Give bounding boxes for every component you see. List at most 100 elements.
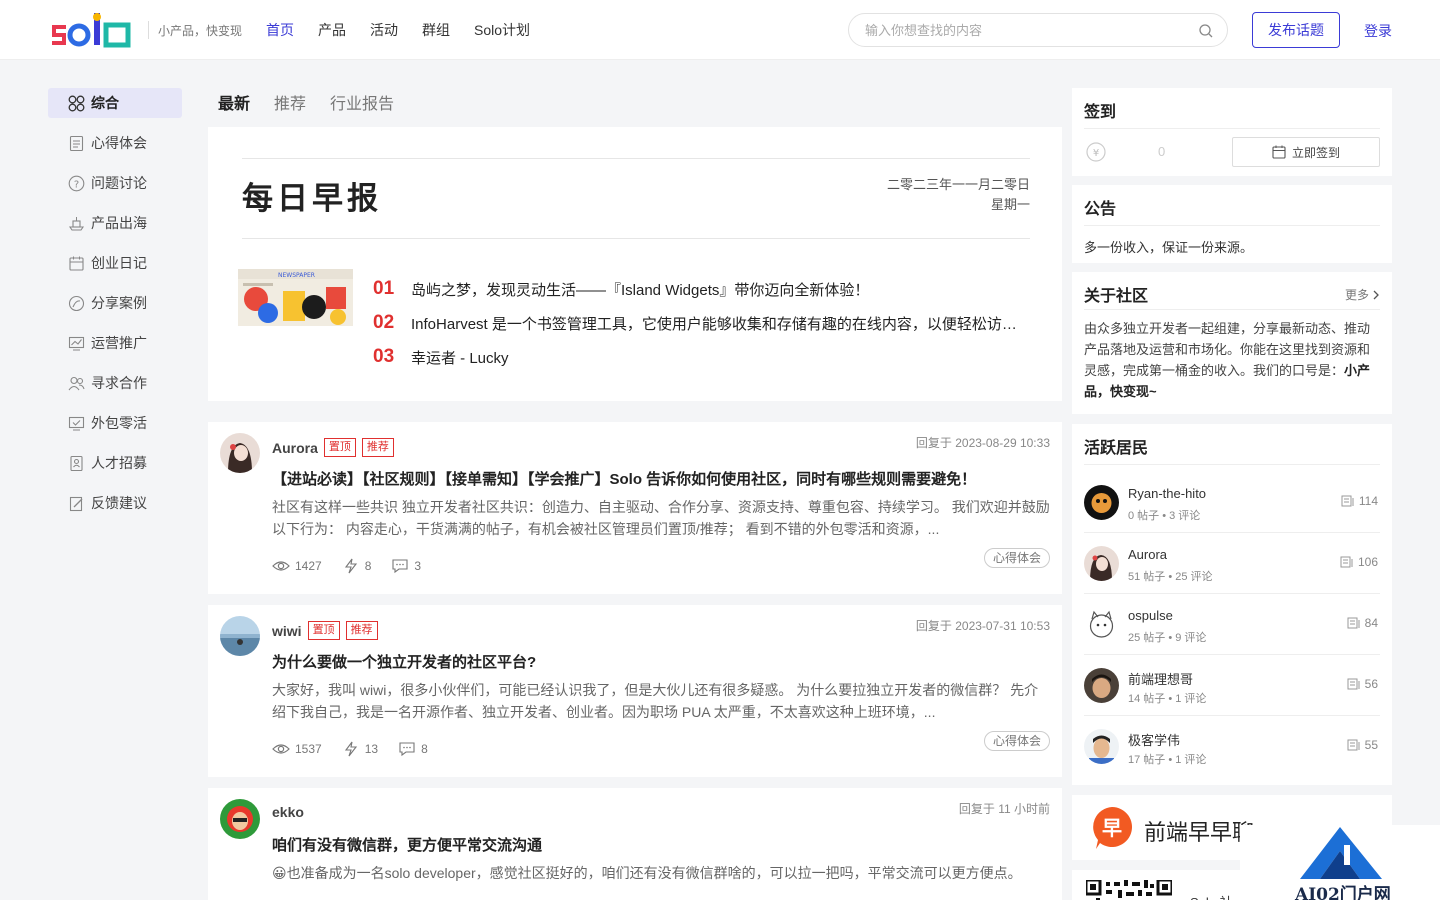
active-members-title: 活跃居民 <box>1084 440 1149 457</box>
member-item[interactable]: Aurora 51 帖子 • 25 评论 106 <box>1084 533 1380 594</box>
view-count-value: 1537 <box>295 742 322 756</box>
daily-news-card: 每日早报 二零二三年一一月二零日 星期一 NEWSPAPER 01 岛屿之梦，发… <box>208 127 1062 401</box>
nav-products[interactable]: 产品 <box>318 20 346 40</box>
daily-news-item[interactable]: 01 岛屿之梦，发现灵动生活——『Island Widgets』带你迈向全新体验… <box>373 272 1031 306</box>
search-input[interactable] <box>849 14 1169 46</box>
sidebar-item-outsourcing[interactable]: 外包零活 <box>48 408 182 438</box>
item-title[interactable]: 岛屿之梦，发现灵动生活——『Island Widgets』带你迈向全新体验！ <box>411 279 869 300</box>
nav-solo-plan[interactable]: Solo计划 <box>474 20 530 40</box>
post-card[interactable]: ekko 回复于 11 小时前 咱们有没有微信群，更方便平常交流沟通 😀也准备成… <box>208 788 1062 900</box>
member-item[interactable]: 极客学伟 17 帖子 • 1 评论 55 <box>1084 716 1380 777</box>
logo-separator <box>148 21 149 39</box>
tab-recommended[interactable]: 推荐 <box>274 90 306 114</box>
daily-news-date: 二零二三年一一月二零日 星期一 <box>887 175 1030 215</box>
post-title[interactable]: 咱们有没有微信群，更方便平常交流沟通 <box>272 834 1052 855</box>
avatar[interactable] <box>1084 729 1119 764</box>
nav-home[interactable]: 首页 <box>266 20 294 40</box>
sidebar-item-overseas[interactable]: 产品出海 <box>48 208 182 238</box>
avatar[interactable] <box>220 616 260 656</box>
member-name[interactable]: Ryan-the-hito <box>1128 486 1206 501</box>
sidebar-item-questions[interactable]: ? 问题讨论 <box>48 168 182 198</box>
post-category-tag[interactable]: 心得体会 <box>983 548 1050 568</box>
post-summary[interactable]: 社区有这样一些共识 独立开发者社区共识：创造力、自主驱动、合作分享、资源支持、尊… <box>272 496 1050 540</box>
item-title[interactable]: 幸运者 - Lucky <box>411 347 509 368</box>
tab-latest[interactable]: 最新 <box>218 90 250 114</box>
daily-news-item[interactable]: 02 InfoHarvest 是一个书签管理工具，它使用户能够收集和存储有趣的在… <box>373 306 1031 340</box>
sidebar-item-label: 心得体会 <box>91 135 147 151</box>
sidebar-item-label: 分享案例 <box>91 295 147 311</box>
stack-icon <box>1341 495 1354 507</box>
sidebar-item-label: 反馈建议 <box>91 495 147 511</box>
search-box <box>848 13 1228 47</box>
checkin-button[interactable]: 立即签到 <box>1232 137 1380 167</box>
daily-news-item[interactable]: 03 幸运者 - Lucky <box>373 340 1031 374</box>
avatar[interactable] <box>220 799 260 839</box>
avatar[interactable] <box>1084 485 1119 520</box>
publish-topic-button[interactable]: 发布话题 <box>1252 12 1340 48</box>
author-name[interactable]: wiwi <box>272 623 302 639</box>
sidebar-item-experience[interactable]: 心得体会 <box>48 128 182 158</box>
checkin-button-label: 立即签到 <box>1291 145 1340 160</box>
coin-balance: 0 <box>1158 144 1166 159</box>
calendar-icon <box>1272 145 1286 159</box>
post-summary[interactable]: 😀也准备成为一名solo developer，感觉社区挺好的，咱们还有没有微信群… <box>272 862 1050 900</box>
sidebar-item-general[interactable]: 综合 <box>48 88 182 118</box>
member-points-value: 56 <box>1364 677 1378 691</box>
newspaper-thumbnail[interactable]: NEWSPAPER <box>238 269 353 326</box>
sidebar-item-cases[interactable]: 分享案例 <box>48 288 182 318</box>
member-name[interactable]: 前端理想哥 <box>1128 669 1193 688</box>
recommended-badge: 推荐 <box>345 621 378 640</box>
avatar[interactable] <box>1084 546 1119 581</box>
tab-industry-report[interactable]: 行业报告 <box>330 90 394 114</box>
avatar[interactable] <box>1084 668 1119 703</box>
login-link[interactable]: 登录 <box>1364 21 1392 41</box>
comment-count[interactable]: 8 <box>398 741 428 757</box>
post-title[interactable]: 【进站必读】【社区规则】【接单需知】【学会推广】Solo 告诉你如何使用社区，同… <box>272 468 1052 489</box>
users-icon <box>68 376 85 390</box>
sidebar-item-label: 综合 <box>91 95 119 111</box>
member-points-value: 84 <box>1364 616 1378 630</box>
stack-icon <box>1340 556 1353 568</box>
post-stats: 1427 8 3 <box>272 558 421 574</box>
member-item[interactable]: 前端理想哥 14 帖子 • 1 评论 56 <box>1084 655 1380 716</box>
search-icon[interactable] <box>1199 24 1213 38</box>
like-count[interactable]: 8 <box>342 558 372 574</box>
sidebar-item-recruit[interactable]: 人才招募 <box>48 448 182 478</box>
sidebar-item-feedback[interactable]: 反馈建议 <box>48 488 182 518</box>
member-points: 84 <box>1347 616 1378 630</box>
nav-events[interactable]: 活动 <box>370 20 398 40</box>
member-points: 56 <box>1347 677 1378 691</box>
view-count: 1537 <box>272 741 322 757</box>
solo-logo[interactable] <box>52 11 138 49</box>
member-item[interactable]: Ryan-the-hito 0 帖子 • 3 评论 114 <box>1084 472 1380 533</box>
author-name[interactable]: Aurora <box>272 440 318 456</box>
post-card[interactable]: wiwi 置顶 推荐 回复于 2023-07-31 10:53 为什么要做一个独… <box>208 605 1062 777</box>
like-count[interactable]: 13 <box>342 741 378 757</box>
more-link[interactable]: 更多 <box>1345 286 1380 303</box>
divider <box>1084 128 1380 129</box>
item-title[interactable]: InfoHarvest 是一个书签管理工具，它使用户能够收集和存储有趣的在线内容… <box>411 313 1031 334</box>
sidebar-item-promotion[interactable]: 运营推广 <box>48 328 182 358</box>
post-category-tag[interactable]: 心得体会 <box>983 731 1050 751</box>
like-count-value: 8 <box>364 559 372 573</box>
avatar[interactable] <box>220 433 260 473</box>
about-title: 关于社区 <box>1084 288 1149 305</box>
post-author: ekko <box>272 804 304 820</box>
member-name[interactable]: ospulse <box>1128 608 1173 623</box>
post-summary[interactable]: 大家好，我叫 wiwi，很多小伙伴们，可能已经认识我了，但是大伙儿还有很多疑惑。… <box>272 679 1050 723</box>
author-name[interactable]: ekko <box>272 804 304 820</box>
share-icon <box>68 295 85 311</box>
post-card[interactable]: Aurora 置顶 推荐 回复于 2023-08-29 10:33 【进站必读】… <box>208 422 1062 594</box>
nav-groups[interactable]: 群组 <box>422 20 450 40</box>
avatar[interactable] <box>1084 607 1119 642</box>
item-number: 02 <box>373 312 395 333</box>
sidebar-item-diary[interactable]: 创业日记 <box>48 248 182 278</box>
comment-count[interactable]: 3 <box>391 558 421 574</box>
sidebar-item-cooperation[interactable]: 寻求合作 <box>48 368 182 398</box>
post-title[interactable]: 为什么要做一个独立开发者的社区平台? <box>272 651 1052 672</box>
sidebar-item-label: 寻求合作 <box>91 375 147 391</box>
member-item[interactable]: ospulse 25 帖子 • 9 评论 84 <box>1084 594 1380 655</box>
notice-card: 公告 多一份收入，保证一份来源。 <box>1072 185 1392 263</box>
member-name[interactable]: Aurora <box>1128 547 1167 562</box>
member-name[interactable]: 极客学伟 <box>1128 730 1180 749</box>
